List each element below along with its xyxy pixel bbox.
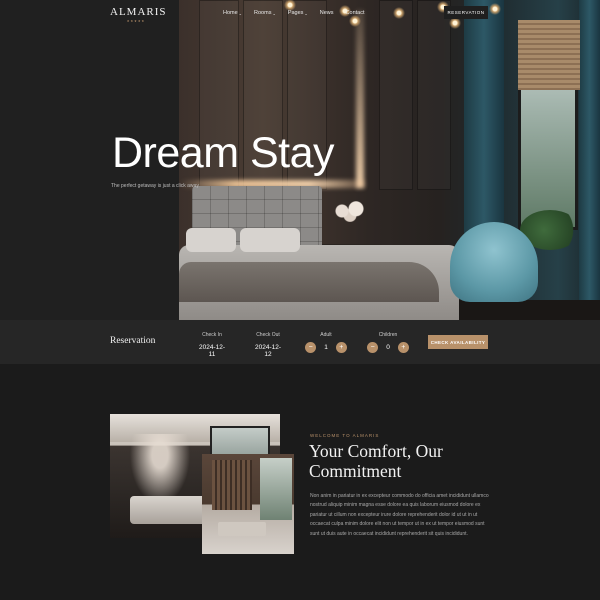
children-label: Children — [378, 332, 398, 338]
pillow — [186, 228, 236, 252]
chevron-down-icon: ⌄ — [304, 10, 308, 16]
nav-item-label[interactable]: News — [320, 10, 334, 16]
flower-vase — [330, 200, 370, 222]
adult-stepper-controls: − 1 + — [304, 342, 348, 353]
reservation-bar — [0, 320, 600, 364]
pillow — [240, 228, 300, 252]
chandelier-bulb — [488, 2, 502, 16]
adult-label: Adult — [320, 332, 332, 338]
photo-wood-slats — [212, 460, 252, 510]
wall-panel — [379, 0, 413, 190]
photo-window — [260, 458, 292, 520]
welcome-eyebrow: WELCOME TO ALMARIS — [310, 433, 380, 438]
hero-subtitle: The perfect getaway is just a click away — [111, 183, 199, 189]
children-minus-button[interactable]: − — [367, 342, 379, 353]
nav-item-home[interactable]: Home ⌄ — [223, 10, 242, 16]
check-in-label: Check In — [202, 332, 222, 338]
reservation-label: Reservation — [110, 336, 156, 346]
hero-title: Dream Stay — [112, 129, 335, 177]
curtain-right — [579, 0, 600, 320]
check-out-label: Check Out — [256, 332, 280, 338]
logo-text[interactable]: ALMARIS — [110, 6, 166, 18]
photo-bed — [130, 496, 210, 524]
chandelier-bulb — [348, 14, 362, 28]
children-plus-button[interactable]: + — [397, 342, 409, 353]
nav-item-news[interactable]: News — [320, 10, 334, 16]
chandelier-bulb — [392, 6, 406, 20]
nav-item-contact[interactable]: Contact — [346, 10, 365, 16]
nav-item-label[interactable]: Home — [223, 10, 238, 16]
welcome-text: Non anim in pariatur in ex excepteur com… — [310, 493, 489, 537]
adult-stepper: Adult − 1 + — [304, 332, 348, 353]
blanket — [179, 262, 439, 302]
led-strip-vertical — [356, 10, 364, 188]
adult-plus-button[interactable]: + — [335, 342, 347, 353]
adult-minus-button[interactable]: − — [305, 342, 317, 353]
reservation-button[interactable]: RESERVATION — [444, 6, 488, 19]
children-stepper-controls: − 0 + — [366, 342, 410, 353]
armchair — [450, 222, 538, 302]
room-photo-small — [202, 454, 294, 554]
chevron-down-icon: ⌄ — [238, 10, 243, 16]
nav-item-label[interactable]: Rooms — [254, 10, 271, 16]
logo-stars: ★★★★★ — [126, 19, 146, 23]
check-out-field[interactable]: Check Out 2024-12-12 — [252, 332, 284, 358]
photo-bench — [218, 522, 266, 536]
nav-item-label[interactable]: Pages — [288, 10, 304, 16]
nav-item-label[interactable]: Contact — [346, 10, 365, 16]
welcome-title: Your Comfort, Our Commitment — [309, 441, 443, 481]
main-nav: Home ⌄ Rooms ⌄ Pages ⌄ News Contact — [223, 10, 365, 16]
children-stepper: Children − 0 + — [366, 332, 410, 353]
window-blind — [518, 20, 580, 90]
chevron-down-icon: ⌄ — [272, 10, 276, 16]
nav-item-pages[interactable]: Pages ⌄ — [288, 10, 308, 16]
nav-item-rooms[interactable]: Rooms ⌄ — [254, 10, 276, 16]
logo[interactable]: ALMARIS ★★★★★ — [110, 6, 166, 23]
wall-panel — [417, 0, 451, 190]
children-value: 0 — [386, 344, 390, 351]
photo-decor-tree — [130, 434, 190, 504]
adult-value: 1 — [324, 344, 328, 351]
check-out-value[interactable]: 2024-12-12 — [252, 344, 284, 358]
check-in-field[interactable]: Check In 2024-12-11 — [196, 332, 228, 358]
check-in-value[interactable]: 2024-12-11 — [196, 344, 228, 358]
check-availability-button[interactable]: CHECK AVAILABILITY — [428, 335, 488, 349]
